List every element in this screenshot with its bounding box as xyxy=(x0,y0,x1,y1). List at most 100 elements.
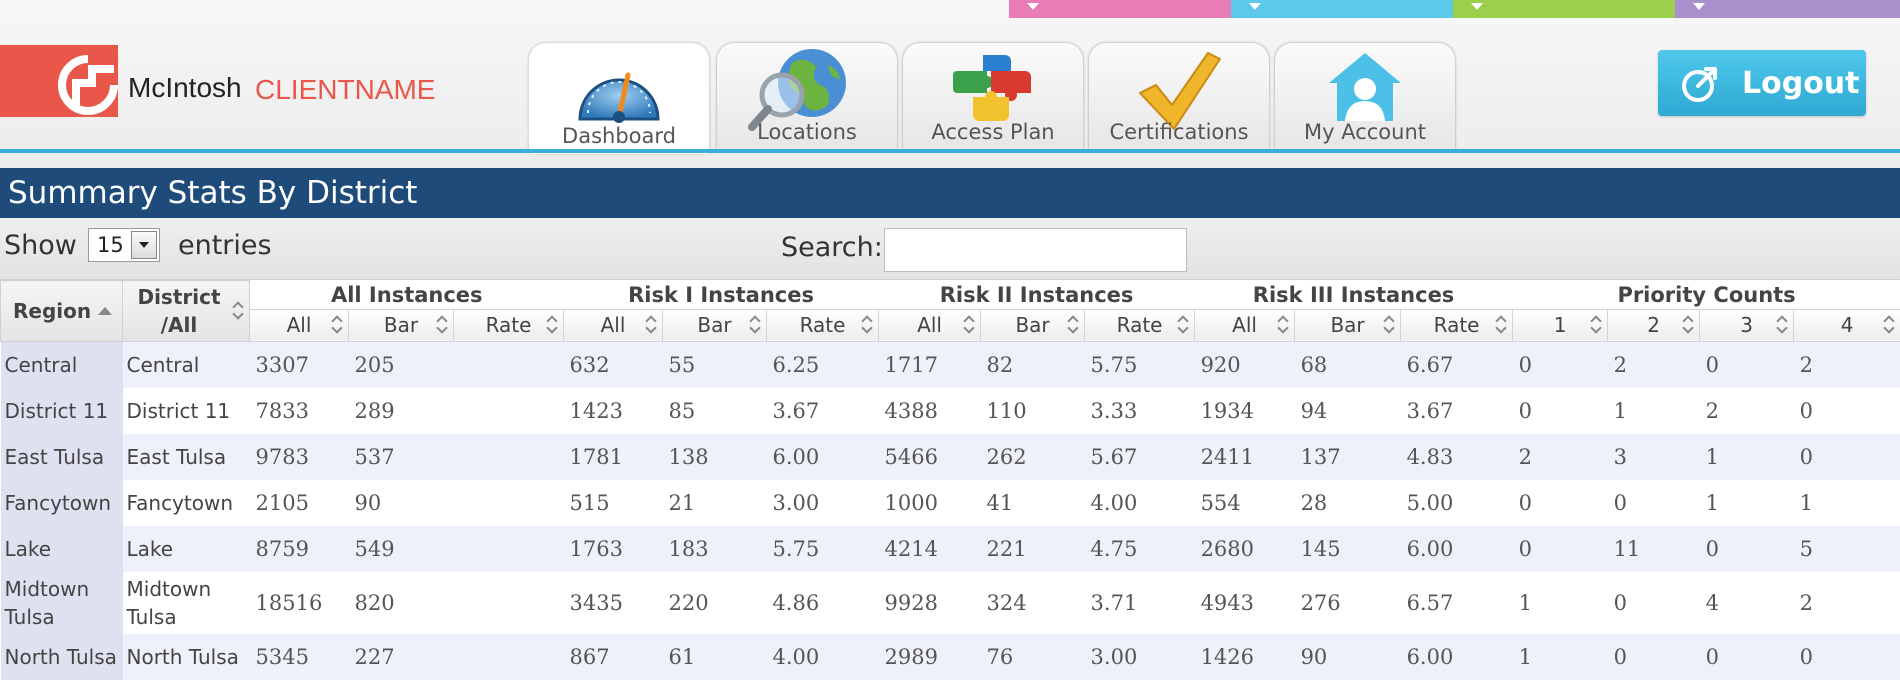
logo[interactable] xyxy=(0,45,118,117)
column-header-2[interactable]: 2 xyxy=(1607,308,1701,342)
cell-value: 1 xyxy=(1699,434,1794,480)
column-header-rate[interactable]: Rate xyxy=(1400,308,1514,342)
cell-value: 85 xyxy=(662,388,767,434)
cell-value: 0 xyxy=(1512,526,1608,572)
cell-region: Lake xyxy=(0,526,123,572)
table-row[interactable]: District 11 District 11 7833 289 1423 85 3.67 4… xyxy=(0,388,1900,434)
table-body: Central Central 3307 205 632 55 6.25 1717 82 5.75… xyxy=(0,341,1900,680)
tab-certifications-label: Certifications xyxy=(1109,120,1249,144)
column-header-district[interactable]: District /All xyxy=(122,280,250,342)
cell-value: 5 xyxy=(1793,526,1900,572)
table-row[interactable]: Midtown Tulsa Midtown Tulsa 18516 820 3435 22… xyxy=(0,572,1900,634)
column-header-all[interactable]: All xyxy=(249,308,349,342)
column-header-all[interactable]: All xyxy=(878,308,982,342)
cell-value: 537 xyxy=(348,434,454,480)
color-strip-green[interactable] xyxy=(1453,0,1675,18)
column-header-1[interactable]: 1 xyxy=(1512,308,1609,342)
cell-value: 3.33 xyxy=(1084,388,1195,434)
column-header-label: All xyxy=(286,313,312,337)
cell-district: Lake xyxy=(122,526,250,572)
tab-locations-label: Locations xyxy=(757,120,857,144)
cell-value: 137 xyxy=(1294,434,1401,480)
tab-dashboard[interactable]: Dashboard xyxy=(528,42,710,154)
column-header-rate[interactable]: Rate xyxy=(766,308,880,342)
cell-value: 0 xyxy=(1793,434,1900,480)
tab-locations[interactable]: Locations xyxy=(716,42,898,150)
logout-button[interactable]: Logout xyxy=(1658,50,1866,116)
cell-value: 138 xyxy=(662,434,767,480)
table-row[interactable]: Central Central 3307 205 632 55 6.25 1717 82 5.75… xyxy=(0,341,1900,388)
cell-district: Central xyxy=(122,341,250,388)
search-input[interactable] xyxy=(884,228,1187,272)
cell-value: 183 xyxy=(662,526,767,572)
table-row[interactable]: East Tulsa East Tulsa 9783 537 1781 138 6.00 54… xyxy=(0,434,1900,480)
cell-value: 5.75 xyxy=(766,526,879,572)
cell-value: 554 xyxy=(1194,480,1295,526)
column-header-rate[interactable]: Rate xyxy=(452,308,565,342)
cell-value: 110 xyxy=(980,388,1085,434)
cell-value: 3.67 xyxy=(766,388,879,434)
logout-label: Logout xyxy=(1742,66,1860,101)
brand-client-name: CLIENTNAME xyxy=(255,74,436,105)
column-header-bar[interactable]: Bar xyxy=(980,308,1086,342)
cell-value: 2 xyxy=(1793,572,1900,634)
cell-value: 4.86 xyxy=(766,572,879,634)
color-strip-blue[interactable] xyxy=(1231,0,1453,18)
sort-icon xyxy=(1496,317,1506,333)
column-header-bar[interactable]: Bar xyxy=(1294,308,1402,342)
column-header-label: Rate xyxy=(1116,313,1163,337)
cell-value: 4943 xyxy=(1194,572,1295,634)
cell-value: 76 xyxy=(980,634,1085,680)
cell-value: 4.83 xyxy=(1400,434,1513,480)
cell-value: 867 xyxy=(563,634,663,680)
cell-value: 0 xyxy=(1607,480,1700,526)
cell-value: 1426 xyxy=(1194,634,1295,680)
tab-access-plan[interactable]: Access Plan xyxy=(902,42,1084,150)
tab-dashboard-label: Dashboard xyxy=(562,124,676,148)
cell-value: 5.67 xyxy=(1084,434,1195,480)
chevron-down-icon[interactable] xyxy=(131,231,157,259)
table-row[interactable]: Fancytown Fancytown 2105 90 515 21 3.00 1000 41 4… xyxy=(0,480,1900,526)
cell-value: 2 xyxy=(1607,341,1700,388)
column-header-4[interactable]: 4 xyxy=(1793,308,1900,342)
sort-ascending-icon xyxy=(98,306,112,315)
cell-region: Midtown Tulsa xyxy=(0,572,123,634)
column-header-label: 4 xyxy=(1840,313,1854,337)
tab-my-account[interactable]: My Account xyxy=(1274,42,1456,150)
cell-value: 1763 xyxy=(563,526,663,572)
tab-certifications[interactable]: Certifications xyxy=(1088,42,1270,150)
table-row[interactable]: Lake Lake 8759 549 1763 183 5.75 4214 221 4.75 268… xyxy=(0,526,1900,572)
column-header-all[interactable]: All xyxy=(563,308,664,342)
cell-value: 262 xyxy=(980,434,1085,480)
cell-value: 0 xyxy=(1607,634,1700,680)
color-strip-pink[interactable] xyxy=(1009,0,1231,18)
cell-value: 0 xyxy=(1699,526,1794,572)
sort-icon xyxy=(1777,317,1787,333)
cell-value: 6.57 xyxy=(1400,572,1513,634)
cell-value: 4 xyxy=(1699,572,1794,634)
color-strip-purple[interactable] xyxy=(1675,0,1900,18)
column-header-bar[interactable]: Bar xyxy=(348,308,454,342)
column-header-label: All xyxy=(600,313,626,337)
column-header-label: Rate xyxy=(799,313,846,337)
column-header-label: Bar xyxy=(1015,313,1050,337)
entries-per-page-select[interactable]: 15 xyxy=(88,228,160,262)
column-header-all[interactable]: All xyxy=(1194,308,1296,342)
cell-value: 4.00 xyxy=(1084,480,1195,526)
column-header-3[interactable]: 3 xyxy=(1699,308,1795,342)
chevron-down-icon xyxy=(1471,3,1483,10)
logout-icon xyxy=(1682,67,1717,102)
cell-value: 1000 xyxy=(878,480,981,526)
column-header-label: Bar xyxy=(383,313,419,337)
tab-access-plan-label: Access Plan xyxy=(931,120,1055,144)
cell-value: 41 xyxy=(980,480,1085,526)
group-header-all-instances: All Instances xyxy=(249,280,564,309)
cell-value: 0 xyxy=(1512,341,1608,388)
column-header-bar[interactable]: Bar xyxy=(662,308,768,342)
column-header-region[interactable]: Region xyxy=(0,280,123,342)
cell-value: 90 xyxy=(348,480,454,526)
cell-value: 2 xyxy=(1793,341,1900,388)
table-row[interactable]: North Tulsa North Tulsa 5345 227 867 61 4.00 29… xyxy=(0,634,1900,680)
column-header-rate[interactable]: Rate xyxy=(1084,308,1196,342)
cell-district: North Tulsa xyxy=(122,634,250,680)
